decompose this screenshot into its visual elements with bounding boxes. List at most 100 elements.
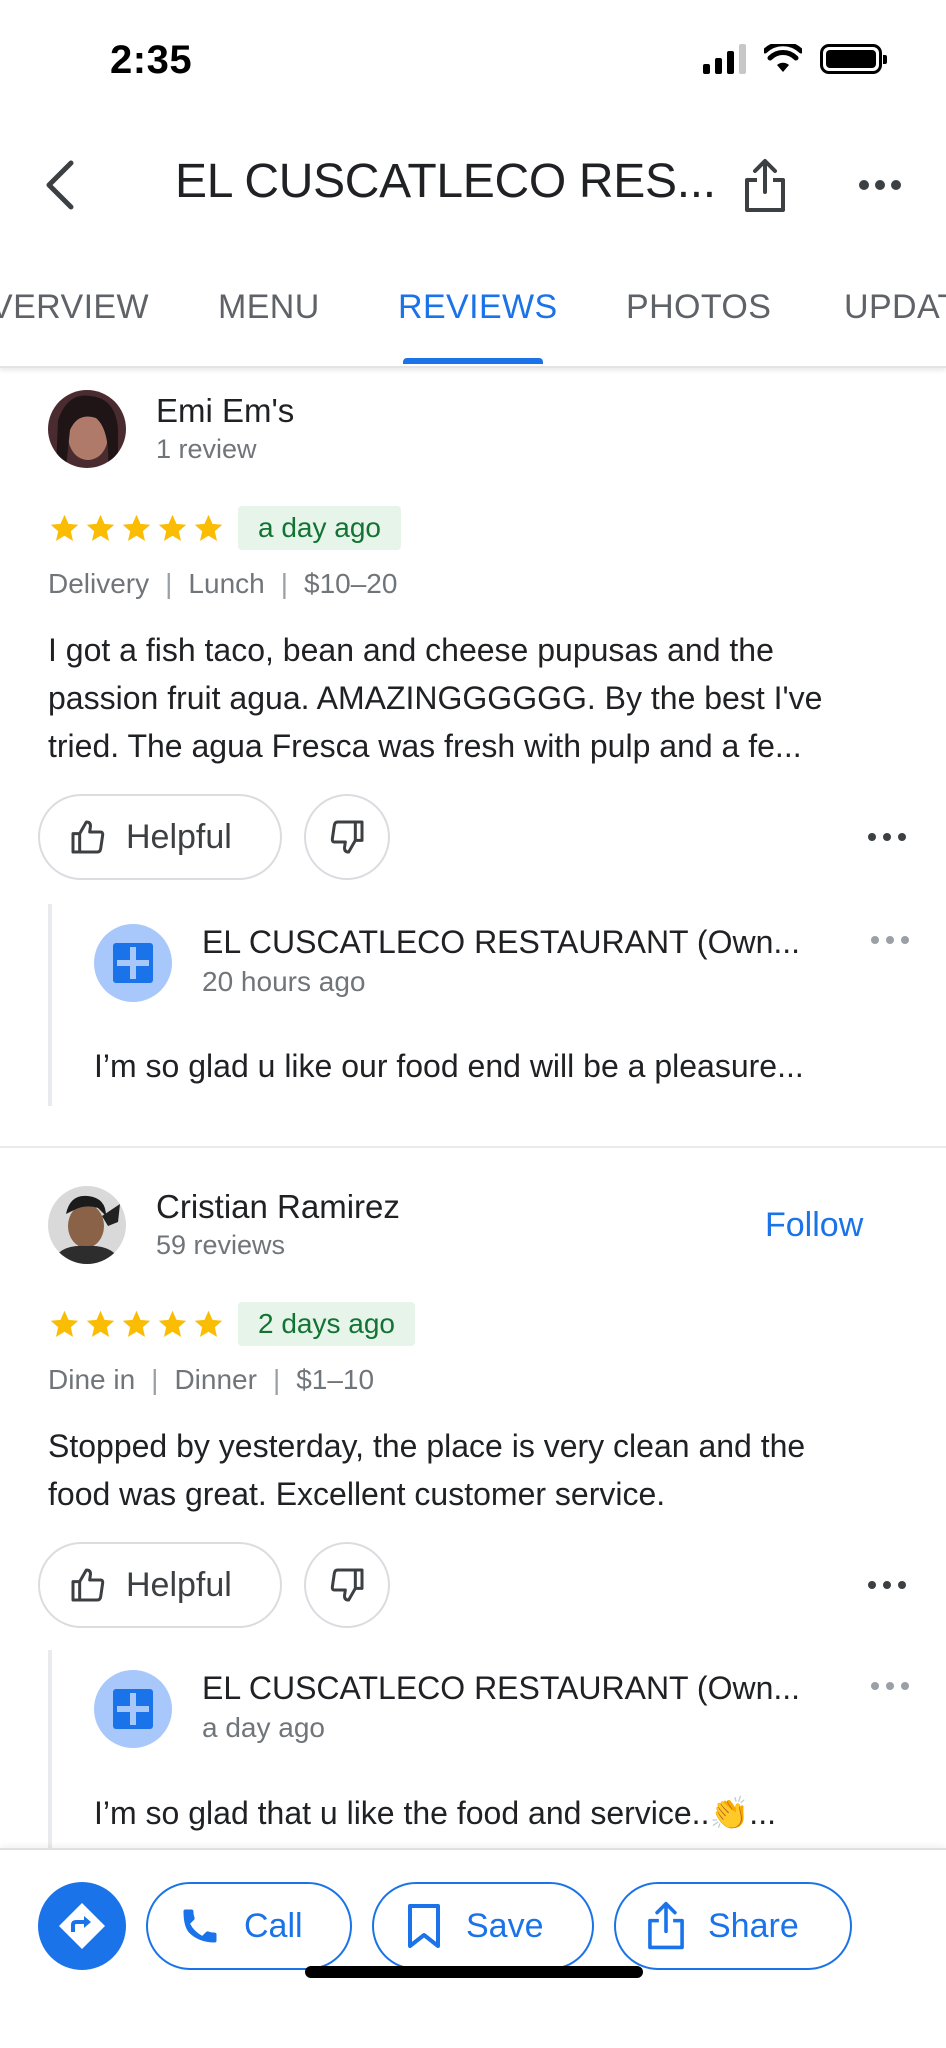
call-button[interactable]: Call <box>146 1882 352 1970</box>
review-meta: Dine in | Dinner | $1–10 <box>48 1364 375 1395</box>
home-indicator[interactable] <box>305 1966 643 1978</box>
bookmark-icon <box>408 1904 440 1948</box>
avatar[interactable] <box>48 390 126 468</box>
review-text-line: Stopped by yesterday, the place is very … <box>48 1428 806 1464</box>
more-icon <box>859 180 901 190</box>
phone-icon <box>183 1909 217 1943</box>
status-bar: 2:35 <box>0 0 946 120</box>
follow-button[interactable]: Follow <box>765 1206 863 1245</box>
active-tab-indicator <box>403 358 543 364</box>
more-icon <box>868 833 906 841</box>
header: EL CUSCATLECO RES... <box>0 130 946 240</box>
meta-price: $1–10 <box>296 1364 375 1395</box>
tab-updates[interactable]: UPDAT <box>844 288 946 327</box>
share-button[interactable]: Share <box>614 1882 852 1970</box>
tab-menu[interactable]: MENU <box>218 288 320 327</box>
avatar[interactable] <box>48 1186 126 1264</box>
owner-name: EL CUSCATLECO RESTAURANT (Own... <box>202 924 801 960</box>
cellular-signal-icon <box>703 44 746 74</box>
not-helpful-button[interactable] <box>304 794 390 880</box>
meta-service: Delivery <box>48 568 150 599</box>
more-icon <box>868 1581 906 1589</box>
thumbs-up-icon <box>71 1568 105 1602</box>
review-text-line: I got a fish taco, bean and cheese pupus… <box>48 632 774 668</box>
owner-reply-text[interactable]: I’m so glad that u like the food and ser… <box>94 1794 776 1832</box>
more-icon <box>871 936 909 944</box>
more-icon <box>871 1682 909 1690</box>
star-icon <box>194 1310 223 1337</box>
more-options-button[interactable] <box>850 160 910 210</box>
review-card: Cristian Ramirez 59 reviews Follow 2 day… <box>0 1184 946 1864</box>
owner-avatar[interactable] <box>94 1670 172 1748</box>
share-icon <box>648 1901 684 1950</box>
tab-overview[interactable]: VERVIEW <box>0 288 149 327</box>
owner-avatar[interactable] <box>94 924 172 1002</box>
star-icon <box>122 1310 151 1337</box>
thumbs-up-icon <box>71 820 105 854</box>
share-label: Share <box>708 1906 799 1945</box>
status-icons <box>703 44 887 74</box>
tab-photos[interactable]: PHOTOS <box>626 288 771 327</box>
reviewer-review-count: 59 reviews <box>156 1230 286 1260</box>
review-meta: Delivery | Lunch | $10–20 <box>48 568 398 599</box>
star-icon <box>158 1310 187 1337</box>
review-date-badge: 2 days ago <box>238 1302 415 1346</box>
owner-reply-more-button[interactable] <box>868 930 912 950</box>
review-text[interactable]: Stopped by yesterday, the place is very … <box>48 1422 908 1518</box>
star-icon <box>50 1310 79 1337</box>
share-icon <box>745 159 785 212</box>
owner-reply-time: a day ago <box>202 1712 325 1743</box>
call-label: Call <box>244 1906 303 1945</box>
share-header-button[interactable] <box>735 150 795 222</box>
back-button[interactable] <box>30 150 90 220</box>
save-button[interactable]: Save <box>372 1882 594 1970</box>
directions-icon <box>59 1903 105 1949</box>
tab-reviews[interactable]: REVIEWS <box>398 288 558 327</box>
helpful-button[interactable]: Helpful <box>38 1542 282 1628</box>
battery-icon <box>820 44 887 74</box>
star-rating <box>48 1308 225 1341</box>
review-date-badge: a day ago <box>238 506 401 550</box>
review-more-button[interactable] <box>862 1570 912 1600</box>
star-icon <box>194 514 223 541</box>
star-icon <box>122 514 151 541</box>
star-icon <box>86 1310 115 1337</box>
bottom-action-bar: Call Save Share <box>0 1848 946 2048</box>
meta-meal: Lunch <box>188 568 265 599</box>
review-text[interactable]: I got a fish taco, bean and cheese pupus… <box>48 626 908 770</box>
back-icon <box>46 160 74 210</box>
review-text-line: tried. The agua Fresca was fresh with pu… <box>48 728 802 764</box>
helpful-label: Helpful <box>126 817 232 856</box>
star-icon <box>50 514 79 541</box>
helpful-button[interactable]: Helpful <box>38 794 282 880</box>
helpful-label: Helpful <box>126 1565 232 1604</box>
reviewer-name[interactable]: Cristian Ramirez <box>156 1188 400 1226</box>
reviewer-review-count: 1 review <box>156 434 257 464</box>
star-icon <box>158 514 187 541</box>
directions-button[interactable] <box>38 1882 126 1970</box>
star-icon <box>86 514 115 541</box>
owner-reply-more-button[interactable] <box>868 1676 912 1696</box>
review-text-line: passion fruit agua. AMAZINGGGGGG. By the… <box>48 680 823 716</box>
owner-reply: EL CUSCATLECO RESTAURANT (Own... a day a… <box>48 1650 909 1850</box>
star-rating <box>48 512 225 545</box>
reviewer-name[interactable]: Emi Em's <box>156 392 294 430</box>
thumbs-down-icon <box>330 1568 364 1602</box>
meta-meal: Dinner <box>174 1364 257 1395</box>
owner-reply: EL CUSCATLECO RESTAURANT (Own... 20 hour… <box>48 904 909 1106</box>
review-divider <box>0 1146 946 1148</box>
meta-price: $10–20 <box>304 568 398 599</box>
review-more-button[interactable] <box>862 822 912 852</box>
thumbs-down-icon <box>330 820 364 854</box>
business-icon <box>113 1689 153 1729</box>
not-helpful-button[interactable] <box>304 1542 390 1628</box>
wifi-icon <box>764 44 802 72</box>
review-text-line: food was great. Excellent customer servi… <box>48 1476 666 1512</box>
owner-name: EL CUSCATLECO RESTAURANT (Own... <box>202 1670 801 1706</box>
business-icon <box>113 943 153 983</box>
meta-service: Dine in <box>48 1364 136 1395</box>
owner-reply-text[interactable]: I’m so glad u like our food end will be … <box>94 1048 804 1085</box>
review-card: Emi Em's 1 review a day ago Delivery | Lu… <box>0 388 946 1148</box>
page-title: EL CUSCATLECO RES... <box>175 155 716 208</box>
owner-reply-time: 20 hours ago <box>202 966 366 997</box>
